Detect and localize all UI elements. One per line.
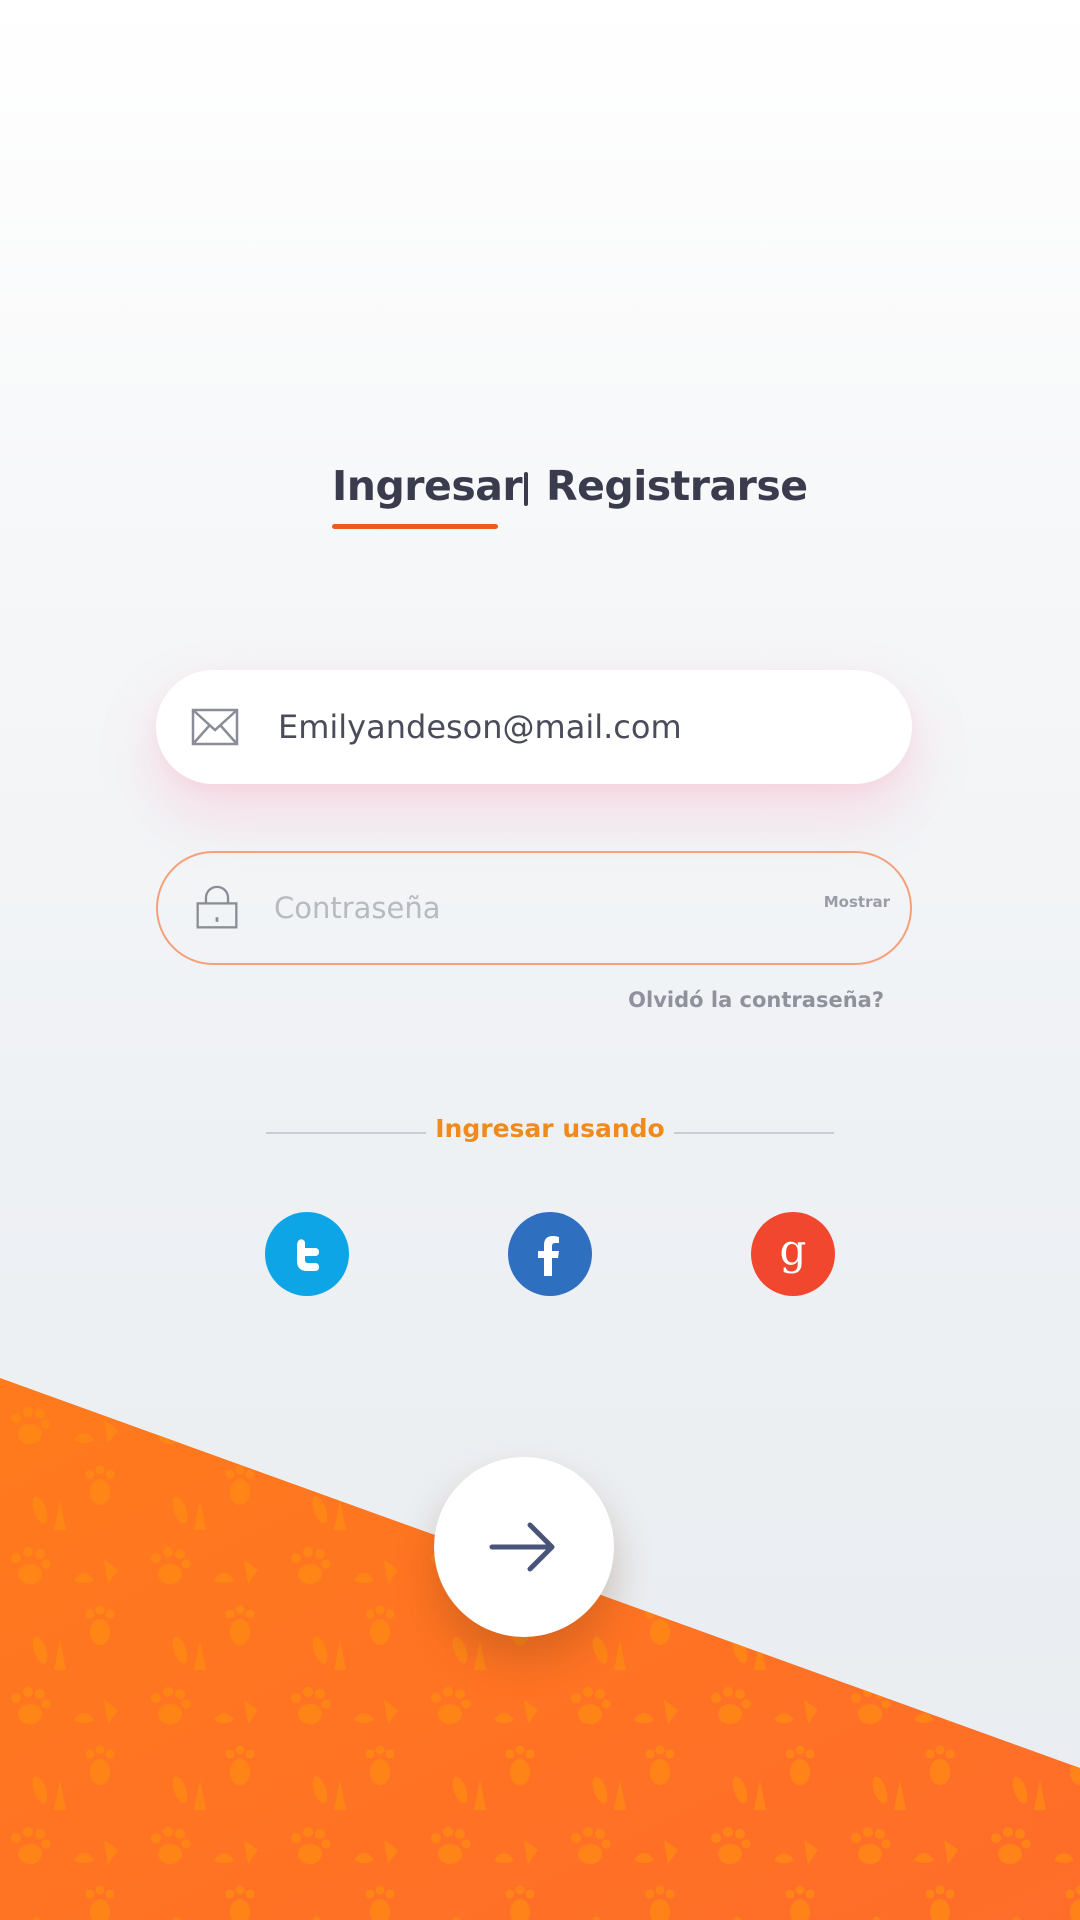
facebook-login-button[interactable]	[508, 1212, 592, 1296]
password-field[interactable]: Mostrar	[156, 851, 912, 965]
email-field[interactable]	[156, 670, 912, 784]
login-screen: Ingresar Registrarse Mostrar Olvidó la c…	[0, 0, 1080, 1920]
social-login-heading: Ingresar usando	[0, 1112, 1080, 1152]
tab-login[interactable]: Ingresar	[332, 462, 523, 510]
auth-tabs: Ingresar Registrarse	[0, 462, 1080, 542]
forgot-password-link[interactable]: Olvidó la contraseña?	[628, 988, 884, 1012]
divider-line	[266, 1132, 426, 1134]
lock-icon	[196, 885, 238, 929]
arrow-right-icon	[489, 1522, 555, 1572]
email-input[interactable]	[278, 670, 838, 784]
twitter-login-button[interactable]	[265, 1212, 349, 1296]
active-tab-indicator	[332, 524, 498, 529]
social-login-label: Ingresar usando	[435, 1114, 665, 1143]
submit-login-button[interactable]	[434, 1457, 614, 1637]
divider-line	[674, 1132, 834, 1134]
envelope-icon	[191, 708, 239, 746]
twitter-icon	[297, 1239, 319, 1271]
show-password-toggle[interactable]: Mostrar	[824, 893, 890, 911]
google-icon: g	[780, 1230, 807, 1274]
facebook-icon	[538, 1236, 559, 1276]
tab-divider	[524, 472, 528, 506]
tab-register[interactable]: Registrarse	[546, 462, 808, 510]
password-input[interactable]	[274, 853, 834, 963]
google-login-button[interactable]: g	[751, 1212, 835, 1296]
svg-text:g: g	[780, 1230, 807, 1274]
